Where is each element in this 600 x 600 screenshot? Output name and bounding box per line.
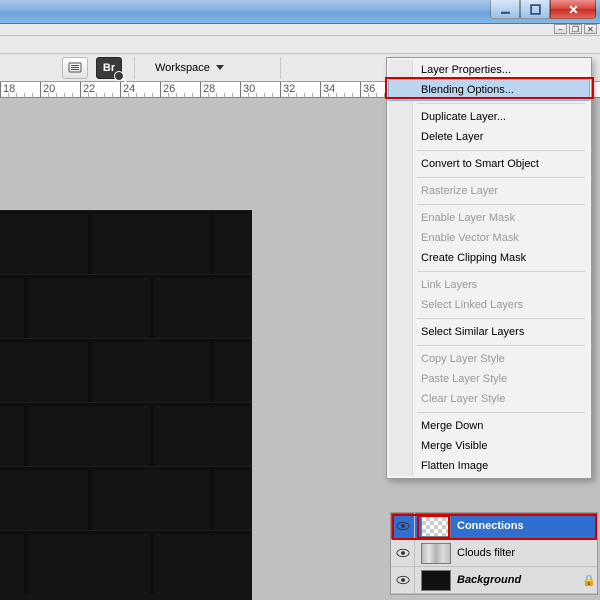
- menu-separator: [417, 204, 585, 205]
- menu-item[interactable]: Blending Options...: [388, 79, 590, 101]
- layer-row[interactable]: Background🔒: [391, 567, 597, 594]
- workspace-label: Workspace: [155, 62, 210, 74]
- menu-item: Copy Layer Style: [389, 349, 589, 369]
- menu-separator: [417, 345, 585, 346]
- layer-name[interactable]: Connections: [457, 520, 597, 532]
- menu-item[interactable]: Merge Visible: [389, 436, 589, 456]
- menu-item: Paste Layer Style: [389, 369, 589, 389]
- menu-item[interactable]: Select Similar Layers: [389, 322, 589, 342]
- menu-separator: [417, 103, 585, 104]
- ruler-label: 30: [243, 83, 255, 95]
- menu-item[interactable]: Duplicate Layer...: [389, 107, 589, 127]
- ruler-label: 22: [83, 83, 95, 95]
- ruler-label: 28: [203, 83, 215, 95]
- screen-mode-icon[interactable]: [62, 57, 88, 79]
- ruler-label: 26: [163, 83, 175, 95]
- magnifier-icon: [114, 71, 124, 81]
- layer-thumbnail[interactable]: [421, 543, 451, 564]
- visibility-toggle[interactable]: [391, 540, 415, 566]
- menu-item[interactable]: Create Clipping Mask: [389, 248, 589, 268]
- menu-item: Rasterize Layer: [389, 181, 589, 201]
- ruler-label: 34: [323, 83, 335, 95]
- toolbar-separator: [280, 57, 281, 79]
- menu-item: Enable Vector Mask: [389, 228, 589, 248]
- menu-item[interactable]: Delete Layer: [389, 127, 589, 147]
- os-titlebar: [0, 0, 600, 24]
- app-minimize-button[interactable]: –: [554, 24, 567, 34]
- lock-icon: 🔒: [581, 574, 597, 587]
- chevron-down-icon: [216, 65, 224, 70]
- app-restore-button[interactable]: ❐: [569, 24, 582, 34]
- ruler-label: 18: [3, 83, 15, 95]
- menu-separator: [417, 150, 585, 151]
- ruler-label: 24: [123, 83, 135, 95]
- app-window-controls-row: – ❐ ✕: [0, 24, 600, 36]
- document-canvas[interactable]: [0, 210, 252, 600]
- window-maximize-button[interactable]: [520, 0, 550, 19]
- menu-item: Clear Layer Style: [389, 389, 589, 409]
- menu-item[interactable]: Convert to Smart Object: [389, 154, 589, 174]
- layer-row[interactable]: Connections: [391, 513, 597, 540]
- ruler-label: 36: [363, 83, 375, 95]
- layer-name[interactable]: Clouds filter: [457, 547, 597, 559]
- menu-item: Enable Layer Mask: [389, 208, 589, 228]
- layers-panel: Connections Clouds filter Background🔒: [390, 512, 598, 595]
- menu-separator: [417, 318, 585, 319]
- menu-bar[interactable]: [0, 36, 600, 54]
- bridge-label: Br: [103, 62, 115, 74]
- app-close-button[interactable]: ✕: [584, 24, 597, 34]
- visibility-toggle[interactable]: [391, 513, 415, 539]
- toolbar-separator: [134, 57, 135, 79]
- visibility-toggle[interactable]: [391, 567, 415, 593]
- menu-item: Select Linked Layers: [389, 295, 589, 315]
- menu-item[interactable]: Layer Properties...: [389, 60, 589, 80]
- layer-name[interactable]: Background: [457, 574, 581, 586]
- layer-thumbnail[interactable]: [421, 570, 451, 591]
- bridge-button[interactable]: Br: [96, 57, 122, 79]
- ruler-label: 20: [43, 83, 55, 95]
- menu-item[interactable]: Flatten Image: [389, 456, 589, 476]
- menu-item[interactable]: Merge Down: [389, 416, 589, 436]
- menu-separator: [417, 177, 585, 178]
- layer-thumbnail[interactable]: [421, 516, 451, 537]
- layer-context-menu: Layer Properties...Blending Options... Du…: [386, 57, 592, 479]
- ruler-label: 32: [283, 83, 295, 95]
- menu-separator: [417, 412, 585, 413]
- layer-row[interactable]: Clouds filter: [391, 540, 597, 567]
- window-close-button[interactable]: [550, 0, 596, 19]
- window-minimize-button[interactable]: [490, 0, 520, 19]
- menu-separator: [417, 271, 585, 272]
- workspace-dropdown[interactable]: Workspace: [147, 59, 232, 77]
- menu-item: Link Layers: [389, 275, 589, 295]
